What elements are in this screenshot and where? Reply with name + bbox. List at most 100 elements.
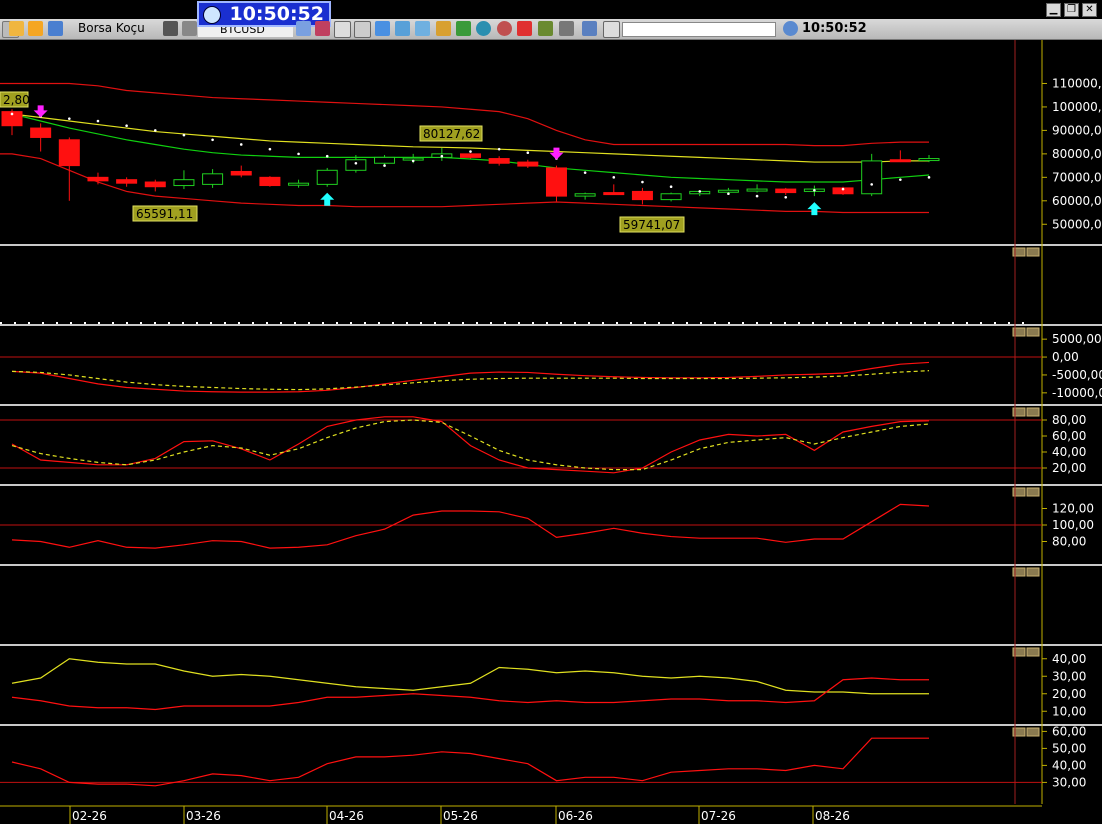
candle-body — [230, 170, 252, 176]
indicator-icon[interactable] — [315, 21, 330, 36]
candle-body — [488, 158, 510, 164]
status-time: 10:50:52 — [802, 21, 867, 36]
indicator-axis-tick-label: 30,00 — [1052, 669, 1086, 683]
sar-dot — [526, 151, 530, 154]
pane-close-icon — [1026, 327, 1040, 337]
indicator-axis-tick-label: 5000,00 — [1052, 332, 1102, 346]
news-icon[interactable] — [436, 21, 451, 36]
document-icon[interactable] — [415, 21, 430, 36]
x-axis-label: 04-26 — [329, 809, 364, 823]
price-axis-tick-label: 70000,00 — [1052, 170, 1102, 184]
sar-dot — [125, 124, 128, 128]
refresh-icon[interactable] — [375, 21, 390, 36]
sar-dot — [297, 152, 300, 156]
candle-body — [288, 182, 310, 186]
indicator-axis-tick-label: 40,00 — [1052, 652, 1086, 666]
sar-dot — [841, 187, 845, 191]
candle-body — [259, 176, 281, 187]
candle-body — [316, 169, 338, 185]
price-axis-tick-label: 100000,0 — [1052, 100, 1102, 114]
monitor-icon[interactable] — [582, 21, 597, 36]
x-axis-label: 03-26 — [186, 809, 221, 823]
indicator-axis-tick-label: 20,00 — [1052, 687, 1086, 701]
candle-body — [460, 153, 481, 158]
candle-body — [30, 127, 52, 138]
sar-dot — [383, 164, 386, 167]
close-button[interactable]: ✕ — [1082, 3, 1097, 17]
gauge-icon[interactable] — [395, 21, 410, 36]
money-icon[interactable] — [456, 21, 471, 36]
pane-close-icon — [1026, 727, 1040, 737]
app-name[interactable]: Borsa Koçu — [78, 21, 145, 36]
x-axis-label: 02-26 — [72, 809, 107, 823]
indicator-axis-tick-label: -5000,00 — [1052, 368, 1102, 382]
candle-body — [116, 179, 138, 184]
x-axis-label: 05-26 — [443, 809, 478, 823]
sar-dot — [68, 117, 71, 120]
sar-dot — [239, 143, 243, 146]
x-axis-label: 08-26 — [815, 809, 850, 823]
sar-dot — [813, 188, 816, 192]
indicator-axis-tick-label: 40,00 — [1052, 758, 1086, 772]
indicator-axis-tick-label: 80,00 — [1052, 535, 1086, 549]
globe-icon[interactable] — [476, 21, 491, 36]
sar-dot — [440, 154, 444, 158]
save-icon[interactable] — [163, 21, 178, 36]
edit-icon[interactable] — [182, 21, 197, 36]
minimize-panel-icon[interactable] — [603, 21, 620, 38]
sar-dot — [755, 194, 759, 198]
price-label: 59741,07 — [623, 218, 680, 232]
settings-icon[interactable] — [538, 21, 553, 36]
candle-body — [603, 192, 625, 196]
sar-dot — [784, 195, 788, 199]
indicator-axis-tick-label: 80,00 — [1052, 413, 1086, 427]
candle-body — [717, 189, 739, 193]
price-label: 2,80 — [3, 93, 30, 107]
pane-close-icon — [1026, 647, 1040, 657]
indicator-axis-tick-label: 100,00 — [1052, 518, 1094, 532]
clock-icon — [203, 6, 221, 24]
sar-dot — [411, 159, 415, 163]
pane-close-icon — [1026, 247, 1040, 257]
candle-body — [173, 179, 195, 187]
price-axis-tick-label: 50000,00 — [1052, 217, 1102, 231]
indicator-axis-tick-label: 50,00 — [1052, 741, 1086, 755]
search-field[interactable] — [622, 22, 776, 37]
pane-close-icon — [1026, 567, 1040, 577]
pane-close-icon — [1026, 407, 1040, 417]
indicator-axis-tick-label: 0,00 — [1052, 350, 1079, 364]
indicator-axis-tick-label: 20,00 — [1052, 461, 1086, 475]
sar-dot — [669, 185, 673, 189]
candle-body — [517, 161, 539, 167]
sar-dot — [268, 147, 272, 151]
table-icon[interactable] — [354, 21, 371, 38]
check-icon[interactable] — [517, 21, 532, 36]
price-axis-tick-label: 80000,00 — [1052, 147, 1102, 161]
candle-body — [861, 160, 883, 195]
folder-icon[interactable] — [9, 21, 24, 36]
sar-dot — [612, 176, 616, 179]
candle-body — [631, 190, 653, 201]
network-icon[interactable] — [497, 21, 512, 36]
price-label: 65591,11 — [136, 207, 193, 221]
x-axis-label: 07-26 — [701, 809, 736, 823]
indicator-axis-tick-label: 40,00 — [1052, 445, 1086, 459]
restore-button[interactable]: ❐ — [1064, 3, 1079, 17]
price-axis-tick-label: 90000,00 — [1052, 123, 1102, 137]
sar-dot — [899, 178, 902, 181]
candle-body — [660, 193, 682, 201]
play-icon[interactable] — [28, 21, 43, 36]
minimize-button[interactable]: ▁ — [1046, 3, 1061, 17]
price-chart[interactable]: 110000,0 100000,0 90000,00 80000,00 70000,00… — [0, 40, 1102, 824]
grid-icon[interactable] — [334, 21, 351, 38]
candle-body — [775, 188, 797, 194]
sar-dot — [927, 176, 931, 179]
link-icon[interactable] — [559, 21, 574, 36]
chart-tool-icon[interactable] — [296, 21, 311, 36]
candle-body — [746, 188, 768, 192]
print-icon[interactable] — [48, 21, 63, 36]
price-label: 80127,62 — [423, 127, 480, 141]
indicator-axis-tick-label: -10000,00 — [1052, 386, 1102, 400]
sar-dot — [870, 183, 873, 186]
sar-dot — [153, 129, 157, 132]
